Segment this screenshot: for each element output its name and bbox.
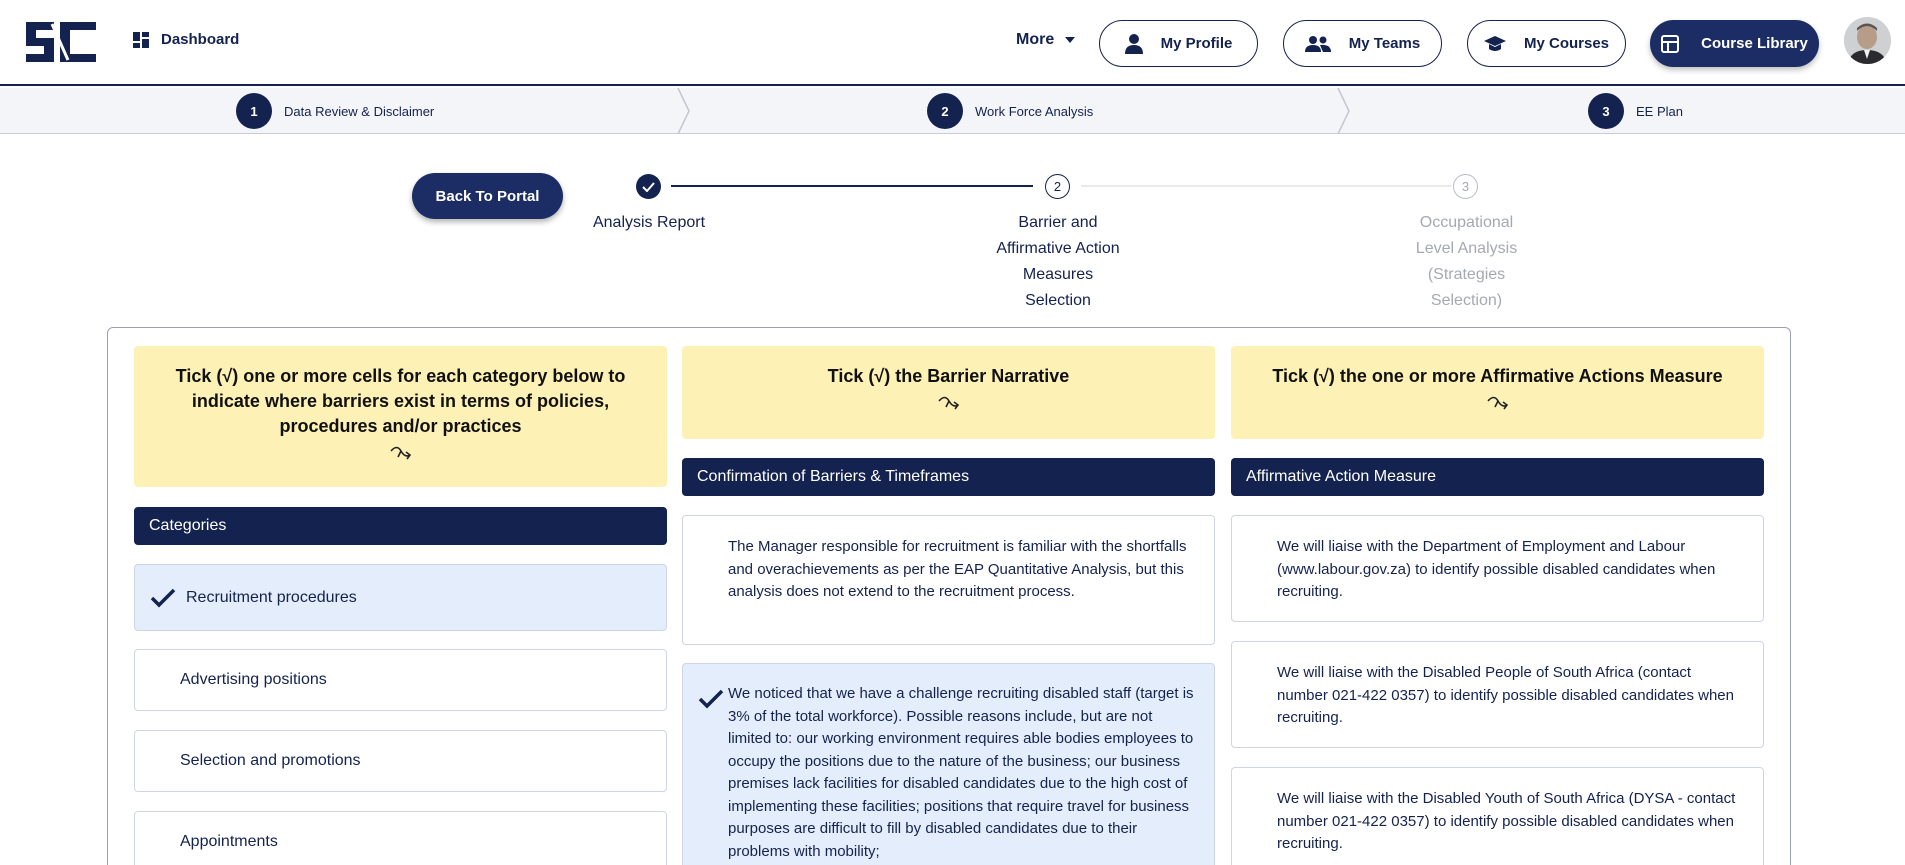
measure-header: Affirmative Action Measure — [1231, 458, 1764, 496]
main-step-3-number: 3 — [1588, 93, 1624, 129]
main-step-3[interactable]: 3 EE Plan — [1588, 93, 1683, 129]
barrier-option-1[interactable]: The Manager responsible for recruitment … — [682, 515, 1215, 645]
library-icon — [1661, 34, 1680, 53]
measure-instruction: Tick (√) the one or more Affirmative Act… — [1231, 346, 1764, 439]
my-teams-label: My Teams — [1348, 35, 1421, 52]
progress-step-2-label: Barrier and Affirmative Action Measures … — [996, 214, 1120, 309]
user-avatar[interactable] — [1844, 17, 1891, 64]
my-courses-label: My Courses — [1523, 35, 1610, 52]
progress-step-2-number[interactable]: 2 — [1045, 174, 1070, 199]
barrier-instruction: Tick (√) the Barrier Narrative — [682, 346, 1215, 439]
measure-instruction-text: Tick (√) the one or more Affirmative Act… — [1272, 366, 1723, 386]
check-icon — [698, 689, 724, 709]
main-step-2-label: Work Force Analysis — [975, 103, 1094, 119]
squiggle-arrow-icon — [937, 396, 959, 410]
more-menu[interactable]: More — [1016, 31, 1076, 49]
avatar-image — [1844, 17, 1891, 64]
back-to-portal-button[interactable]: Back To Portal — [412, 173, 563, 219]
users-icon — [1304, 35, 1331, 52]
measure-text: We will liaise with the Disabled Youth o… — [1277, 790, 1736, 852]
main-step-2-number: 2 — [927, 93, 963, 129]
main-step-1-number: 1 — [236, 93, 272, 129]
category-label: Selection and promotions — [180, 752, 361, 769]
check-icon — [150, 588, 176, 608]
caret-down-icon — [1065, 37, 1076, 43]
barrier-instruction-text: Tick (√) the Barrier Narrative — [827, 366, 1070, 386]
main-step-1[interactable]: 1 Data Review & Disclaimer — [236, 93, 434, 129]
squiggle-arrow-icon — [1486, 396, 1508, 410]
measure-option-3[interactable]: We will liaise with the Disabled Youth o… — [1231, 767, 1764, 865]
main-step-1-label: Data Review & Disclaimer — [284, 103, 435, 119]
dashboard-link[interactable]: Dashboard — [133, 31, 239, 48]
category-label: Recruitment procedures — [186, 588, 357, 606]
course-library-button[interactable]: Course Library — [1650, 20, 1819, 67]
barrier-header: Confirmation of Barriers & Timeframes — [682, 458, 1215, 496]
barrier-option-2[interactable]: We noticed that we have a challenge recr… — [682, 663, 1215, 865]
progress-step-1-label: Analysis Report — [592, 214, 706, 231]
main-steps-bar: 1 Data Review & Disclaimer 2 Work Force … — [0, 88, 1905, 134]
progress-line-pending — [1081, 185, 1451, 187]
category-item-recruitment[interactable]: Recruitment procedures — [134, 564, 667, 631]
progress-step-3-number[interactable]: 3 — [1453, 174, 1478, 199]
measure-text: We will liaise with the Disabled People … — [1277, 664, 1734, 726]
measure-option-2[interactable]: We will liaise with the Disabled People … — [1231, 641, 1764, 748]
dashboard-label: Dashboard — [161, 31, 240, 48]
step-separator — [1337, 88, 1350, 134]
check-icon — [642, 181, 655, 192]
barrier-text: The Manager responsible for recruitment … — [728, 538, 1187, 600]
company-logo[interactable] — [24, 20, 98, 64]
measure-text: We will liaise with the Department of Em… — [1277, 538, 1716, 600]
user-icon — [1124, 33, 1143, 54]
main-step-3-label: EE Plan — [1636, 103, 1683, 119]
main-step-2[interactable]: 2 Work Force Analysis — [927, 93, 1093, 129]
category-item-advertising[interactable]: Advertising positions — [134, 649, 667, 711]
progress-step-1-done[interactable] — [636, 174, 661, 199]
categories-instruction-text: Tick (√) one or more cells for each cate… — [175, 366, 626, 436]
categories-header: Categories — [134, 507, 667, 545]
measure-option-1[interactable]: We will liaise with the Department of Em… — [1231, 515, 1764, 622]
squiggle-arrow-icon — [389, 446, 411, 460]
category-label: Advertising positions — [180, 671, 327, 688]
progress-line-complete — [671, 185, 1033, 187]
categories-instruction: Tick (√) one or more cells for each cate… — [134, 346, 667, 487]
category-item-selection[interactable]: Selection and promotions — [134, 730, 667, 792]
more-label: More — [1016, 31, 1055, 48]
my-teams-button[interactable]: My Teams — [1283, 20, 1442, 67]
top-navbar: Dashboard More My Profile My Teams My Co… — [0, 0, 1905, 86]
barrier-text: We noticed that we have a challenge recr… — [728, 685, 1194, 860]
category-label: Appointments — [180, 833, 278, 850]
dashboard-icon — [133, 31, 149, 48]
graduation-cap-icon — [1483, 35, 1506, 51]
my-profile-button[interactable]: My Profile — [1099, 20, 1258, 67]
category-item-appointments[interactable]: Appointments — [134, 811, 667, 865]
my-profile-label: My Profile — [1160, 35, 1233, 52]
my-courses-button[interactable]: My Courses — [1467, 20, 1626, 67]
progress-step-3-label: Occupational Level Analysis (Strategies … — [1415, 214, 1518, 309]
step-separator — [677, 88, 690, 134]
course-library-label: Course Library — [1701, 35, 1808, 52]
